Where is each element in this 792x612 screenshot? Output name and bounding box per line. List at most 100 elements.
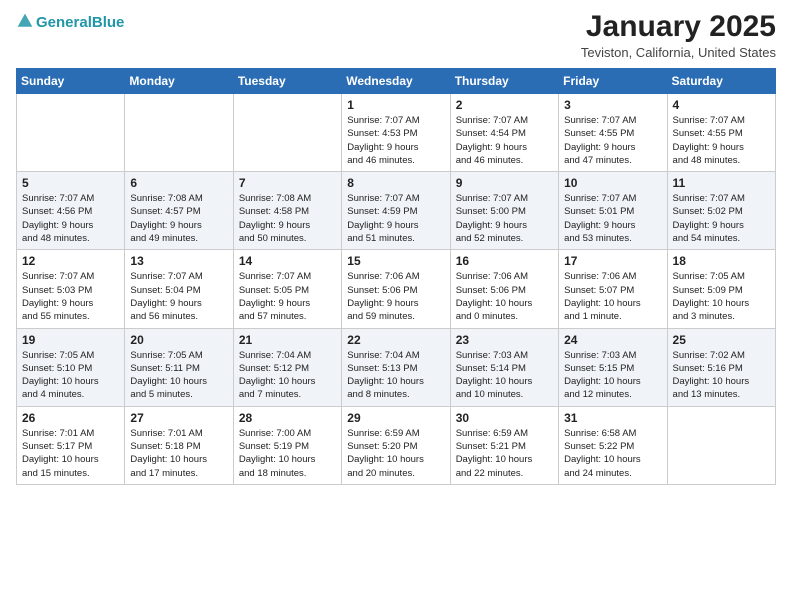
calendar-table: SundayMondayTuesdayWednesdayThursdayFrid… [16,68,776,485]
week-row-3: 12 Sunrise: 7:07 AMSunset: 5:03 PMDayligh… [17,250,776,328]
logo-line2: Blue [92,14,125,31]
weekday-header-friday: Friday [559,69,667,94]
day-cell: 18 Sunrise: 7:05 AMSunset: 5:09 PMDayligh… [667,250,775,328]
day-cell: 15 Sunrise: 7:06 AMSunset: 5:06 PMDayligh… [342,250,450,328]
day-number: 31 [564,411,661,425]
day-cell: 13Sunrise: 7:07 AMSunset: 5:04 PMDayligh… [125,250,233,328]
day-info: Sunrise: 7:04 AMSunset: 5:13 PMDaylight:… [347,349,444,402]
day-info: Sunrise: 7:08 AMSunset: 4:57 PMDaylight:… [130,192,227,245]
day-cell: 7 Sunrise: 7:08 AMSunset: 4:58 PMDaylight… [233,172,341,250]
day-cell [233,94,341,172]
day-number: 12 [22,254,119,268]
day-number: 13 [130,254,227,268]
day-cell: 21 Sunrise: 7:04 AMSunset: 5:12 PMDayligh… [233,328,341,406]
week-row-1: 1Sunrise: 7:07 AMSunset: 4:53 PMDaylight… [17,94,776,172]
day-number: 26 [22,411,119,425]
day-number: 19 [22,333,119,347]
day-info: Sunrise: 7:07 AMSunset: 5:05 PMDaylight:… [239,270,336,323]
day-info: Sunrise: 7:02 AMSunset: 5:16 PMDaylight:… [673,349,770,402]
day-info: Sunrise: 6:59 AMSunset: 5:20 PMDaylight:… [347,427,444,480]
day-info: Sunrise: 7:01 AMSunset: 5:18 PMDaylight:… [130,427,227,480]
day-info: Sunrise: 7:03 AMSunset: 5:14 PMDaylight:… [456,349,553,402]
day-cell: 17 Sunrise: 7:06 AMSunset: 5:07 PMDayligh… [559,250,667,328]
day-number: 20 [130,333,227,347]
day-info: Sunrise: 7:08 AMSunset: 4:58 PMDaylight:… [239,192,336,245]
day-number: 3 [564,98,661,112]
day-info: Sunrise: 7:01 AMSunset: 5:17 PMDaylight:… [22,427,119,480]
title-block: January 2025 Teviston, California, Unite… [581,10,776,60]
day-cell: 1Sunrise: 7:07 AMSunset: 4:53 PMDaylight… [342,94,450,172]
day-info: Sunrise: 7:07 AMSunset: 5:00 PMDaylight:… [456,192,553,245]
day-cell: 10 Sunrise: 7:07 AMSunset: 5:01 PMDayligh… [559,172,667,250]
day-cell: 23 Sunrise: 7:03 AMSunset: 5:14 PMDayligh… [450,328,558,406]
weekday-header-tuesday: Tuesday [233,69,341,94]
logo-line1: General [36,14,92,31]
day-number: 22 [347,333,444,347]
day-number: 7 [239,176,336,190]
day-cell: 12 Sunrise: 7:07 AMSunset: 5:03 PMDayligh… [17,250,125,328]
day-number: 8 [347,176,444,190]
day-cell: 4Sunrise: 7:07 AMSunset: 4:55 PMDaylight… [667,94,775,172]
day-cell: 6 Sunrise: 7:08 AMSunset: 4:57 PMDaylight… [125,172,233,250]
day-info: Sunrise: 7:04 AMSunset: 5:12 PMDaylight:… [239,349,336,402]
day-number: 9 [456,176,553,190]
page: GeneralBlue January 2025 Teviston, Calif… [0,0,792,612]
day-info: Sunrise: 7:07 AMSunset: 4:55 PMDaylight:… [673,114,770,167]
day-info: Sunrise: 7:06 AMSunset: 5:06 PMDaylight:… [347,270,444,323]
day-number: 5 [22,176,119,190]
logo: GeneralBlue [16,10,124,35]
day-number: 21 [239,333,336,347]
day-cell [125,94,233,172]
day-cell: 19Sunrise: 7:05 AMSunset: 5:10 PMDayligh… [17,328,125,406]
day-info: Sunrise: 7:07 AMSunset: 5:01 PMDaylight:… [564,192,661,245]
day-number: 24 [564,333,661,347]
day-cell: 22 Sunrise: 7:04 AMSunset: 5:13 PMDayligh… [342,328,450,406]
week-row-5: 26 Sunrise: 7:01 AMSunset: 5:17 PMDayligh… [17,406,776,484]
day-info: Sunrise: 7:00 AMSunset: 5:19 PMDaylight:… [239,427,336,480]
day-info: Sunrise: 6:58 AMSunset: 5:22 PMDaylight:… [564,427,661,480]
day-cell: 24 Sunrise: 7:03 AMSunset: 5:15 PMDayligh… [559,328,667,406]
logo-icon [16,12,34,30]
day-info: Sunrise: 7:03 AMSunset: 5:15 PMDaylight:… [564,349,661,402]
header: GeneralBlue January 2025 Teviston, Calif… [16,10,776,60]
day-info: Sunrise: 7:06 AMSunset: 5:06 PMDaylight:… [456,270,553,323]
day-info: Sunrise: 7:07 AMSunset: 5:03 PMDaylight:… [22,270,119,323]
day-cell: 2Sunrise: 7:07 AMSunset: 4:54 PMDaylight… [450,94,558,172]
day-number: 17 [564,254,661,268]
day-number: 1 [347,98,444,112]
day-cell: 31 Sunrise: 6:58 AMSunset: 5:22 PMDayligh… [559,406,667,484]
day-info: Sunrise: 7:07 AMSunset: 4:59 PMDaylight:… [347,192,444,245]
weekday-header-monday: Monday [125,69,233,94]
weekday-header-saturday: Saturday [667,69,775,94]
day-cell: 26 Sunrise: 7:01 AMSunset: 5:17 PMDayligh… [17,406,125,484]
week-row-4: 19Sunrise: 7:05 AMSunset: 5:10 PMDayligh… [17,328,776,406]
day-number: 27 [130,411,227,425]
day-cell: 9 Sunrise: 7:07 AMSunset: 5:00 PMDaylight… [450,172,558,250]
day-number: 30 [456,411,553,425]
calendar-subtitle: Teviston, California, United States [581,45,776,60]
day-number: 28 [239,411,336,425]
header-row: SundayMondayTuesdayWednesdayThursdayFrid… [17,69,776,94]
day-info: Sunrise: 7:06 AMSunset: 5:07 PMDaylight:… [564,270,661,323]
day-number: 18 [673,254,770,268]
day-cell: 27 Sunrise: 7:01 AMSunset: 5:18 PMDayligh… [125,406,233,484]
day-cell: 3Sunrise: 7:07 AMSunset: 4:55 PMDaylight… [559,94,667,172]
day-cell: 16Sunrise: 7:06 AMSunset: 5:06 PMDayligh… [450,250,558,328]
day-number: 25 [673,333,770,347]
day-number: 15 [347,254,444,268]
day-number: 6 [130,176,227,190]
day-number: 23 [456,333,553,347]
day-cell: 25 Sunrise: 7:02 AMSunset: 5:16 PMDayligh… [667,328,775,406]
weekday-header-wednesday: Wednesday [342,69,450,94]
day-cell: 5 Sunrise: 7:07 AMSunset: 4:56 PMDaylight… [17,172,125,250]
day-cell [667,406,775,484]
day-number: 10 [564,176,661,190]
day-info: Sunrise: 7:07 AMSunset: 4:56 PMDaylight:… [22,192,119,245]
day-info: Sunrise: 7:05 AMSunset: 5:09 PMDaylight:… [673,270,770,323]
day-number: 29 [347,411,444,425]
weekday-header-sunday: Sunday [17,69,125,94]
weekday-header-thursday: Thursday [450,69,558,94]
day-cell: 8 Sunrise: 7:07 AMSunset: 4:59 PMDaylight… [342,172,450,250]
day-info: Sunrise: 7:07 AMSunset: 5:02 PMDaylight:… [673,192,770,245]
day-cell: 20Sunrise: 7:05 AMSunset: 5:11 PMDayligh… [125,328,233,406]
